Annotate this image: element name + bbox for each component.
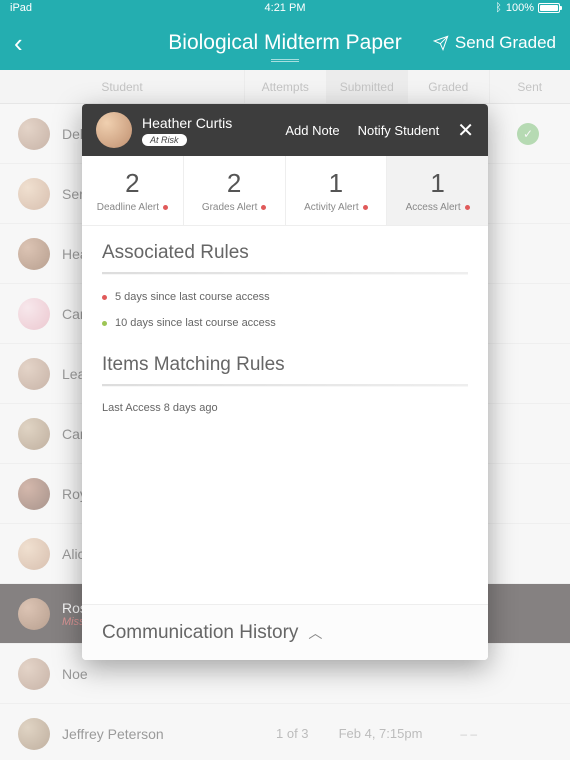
paper-plane-icon <box>433 35 449 51</box>
avatar <box>96 112 132 148</box>
tab-student[interactable]: Student <box>0 70 245 103</box>
avatar <box>18 358 50 390</box>
tab-sent[interactable]: Sent <box>490 70 570 103</box>
avatar <box>18 238 50 270</box>
avatar <box>18 658 50 690</box>
dot-icon <box>102 321 107 326</box>
tab-graded[interactable]: Graded <box>408 70 490 103</box>
dot-icon <box>465 205 470 210</box>
close-button[interactable]: ✕ <box>457 118 474 143</box>
tab-submitted[interactable]: Submitted <box>327 70 409 103</box>
modal-student-name: Heather Curtis <box>142 115 275 131</box>
avatar <box>18 598 50 630</box>
avatar <box>18 298 50 330</box>
student-name: Jeffrey Peterson <box>62 726 257 742</box>
status-bar: iPad 4:21 PM ᛒ 100% <box>0 0 570 16</box>
alert-label: Access Alert <box>406 202 461 213</box>
avatar <box>18 178 50 210</box>
alert-label: Grades Alert <box>202 202 258 213</box>
check-icon: ✓ <box>517 123 539 145</box>
alert-count: 1 <box>430 168 444 199</box>
clock: 4:21 PM <box>265 2 306 14</box>
avatar <box>18 538 50 570</box>
avatar <box>18 478 50 510</box>
table-row[interactable]: Jeffrey Peterson1 of 3Feb 4, 7:15pm– – <box>0 704 570 760</box>
tab-attempts[interactable]: Attempts <box>245 70 327 103</box>
avatar <box>18 118 50 150</box>
battery-percent: 100% <box>506 2 534 14</box>
dot-icon <box>261 205 266 210</box>
dot-icon <box>363 205 368 210</box>
drag-handle-icon <box>271 58 299 62</box>
device-label: iPad <box>10 2 32 14</box>
nav-bar: ‹ Biological Midterm Paper Send Graded <box>0 16 570 70</box>
grades-alert-tab[interactable]: 2 Grades Alert <box>184 156 286 225</box>
items-matching-title: Items Matching Rules <box>102 354 468 376</box>
avatar <box>18 418 50 450</box>
rule-text: 5 days since last course access <box>115 291 270 303</box>
alerts-row: 2 Deadline Alert 2 Grades Alert 1 Activi… <box>82 156 488 226</box>
alert-label: Activity Alert <box>304 202 358 213</box>
communication-history-toggle[interactable]: Communication History ︿ <box>82 604 488 660</box>
rule-item: 5 days since last course access <box>102 284 468 310</box>
modal-header: Heather Curtis At Risk Add Note Notify S… <box>82 104 488 156</box>
access-alert-tab[interactable]: 1 Access Alert <box>387 156 488 225</box>
risk-badge: At Risk <box>142 134 187 146</box>
submitted-value: Feb 4, 7:15pm <box>328 726 434 741</box>
match-item: Last Access 8 days ago <box>102 396 468 420</box>
dot-icon <box>102 295 107 300</box>
student-detail-modal: Heather Curtis At Risk Add Note Notify S… <box>82 104 488 660</box>
deadline-alert-tab[interactable]: 2 Deadline Alert <box>82 156 184 225</box>
alert-count: 2 <box>125 168 139 199</box>
graded-value: – – <box>433 727 504 741</box>
column-headers: Student Attempts Submitted Graded Sent <box>0 70 570 104</box>
alert-count: 1 <box>329 168 343 199</box>
activity-alert-tab[interactable]: 1 Activity Alert <box>286 156 388 225</box>
battery-icon <box>538 3 560 13</box>
communication-history-label: Communication History <box>102 622 298 644</box>
modal-body: Associated Rules 5 days since last cours… <box>82 226 488 604</box>
dot-icon <box>163 205 168 210</box>
notify-student-button[interactable]: Notify Student <box>358 123 440 138</box>
send-graded-button[interactable]: Send Graded <box>433 33 556 53</box>
divider <box>102 272 468 274</box>
avatar <box>18 718 50 750</box>
attempts-value: 1 of 3 <box>257 726 328 741</box>
divider <box>102 384 468 386</box>
back-button[interactable]: ‹ <box>14 28 23 59</box>
rule-text: 10 days since last course access <box>115 317 276 329</box>
add-note-button[interactable]: Add Note <box>285 123 339 138</box>
chevron-up-icon: ︿ <box>308 623 322 643</box>
alert-label: Deadline Alert <box>97 202 159 213</box>
bluetooth-icon: ᛒ <box>495 2 502 14</box>
send-graded-label: Send Graded <box>455 33 556 53</box>
alert-count: 2 <box>227 168 241 199</box>
page-title: Biological Midterm Paper <box>168 31 401 55</box>
student-name: Noe <box>62 666 257 682</box>
associated-rules-title: Associated Rules <box>102 242 468 264</box>
rule-item: 10 days since last course access <box>102 310 468 336</box>
